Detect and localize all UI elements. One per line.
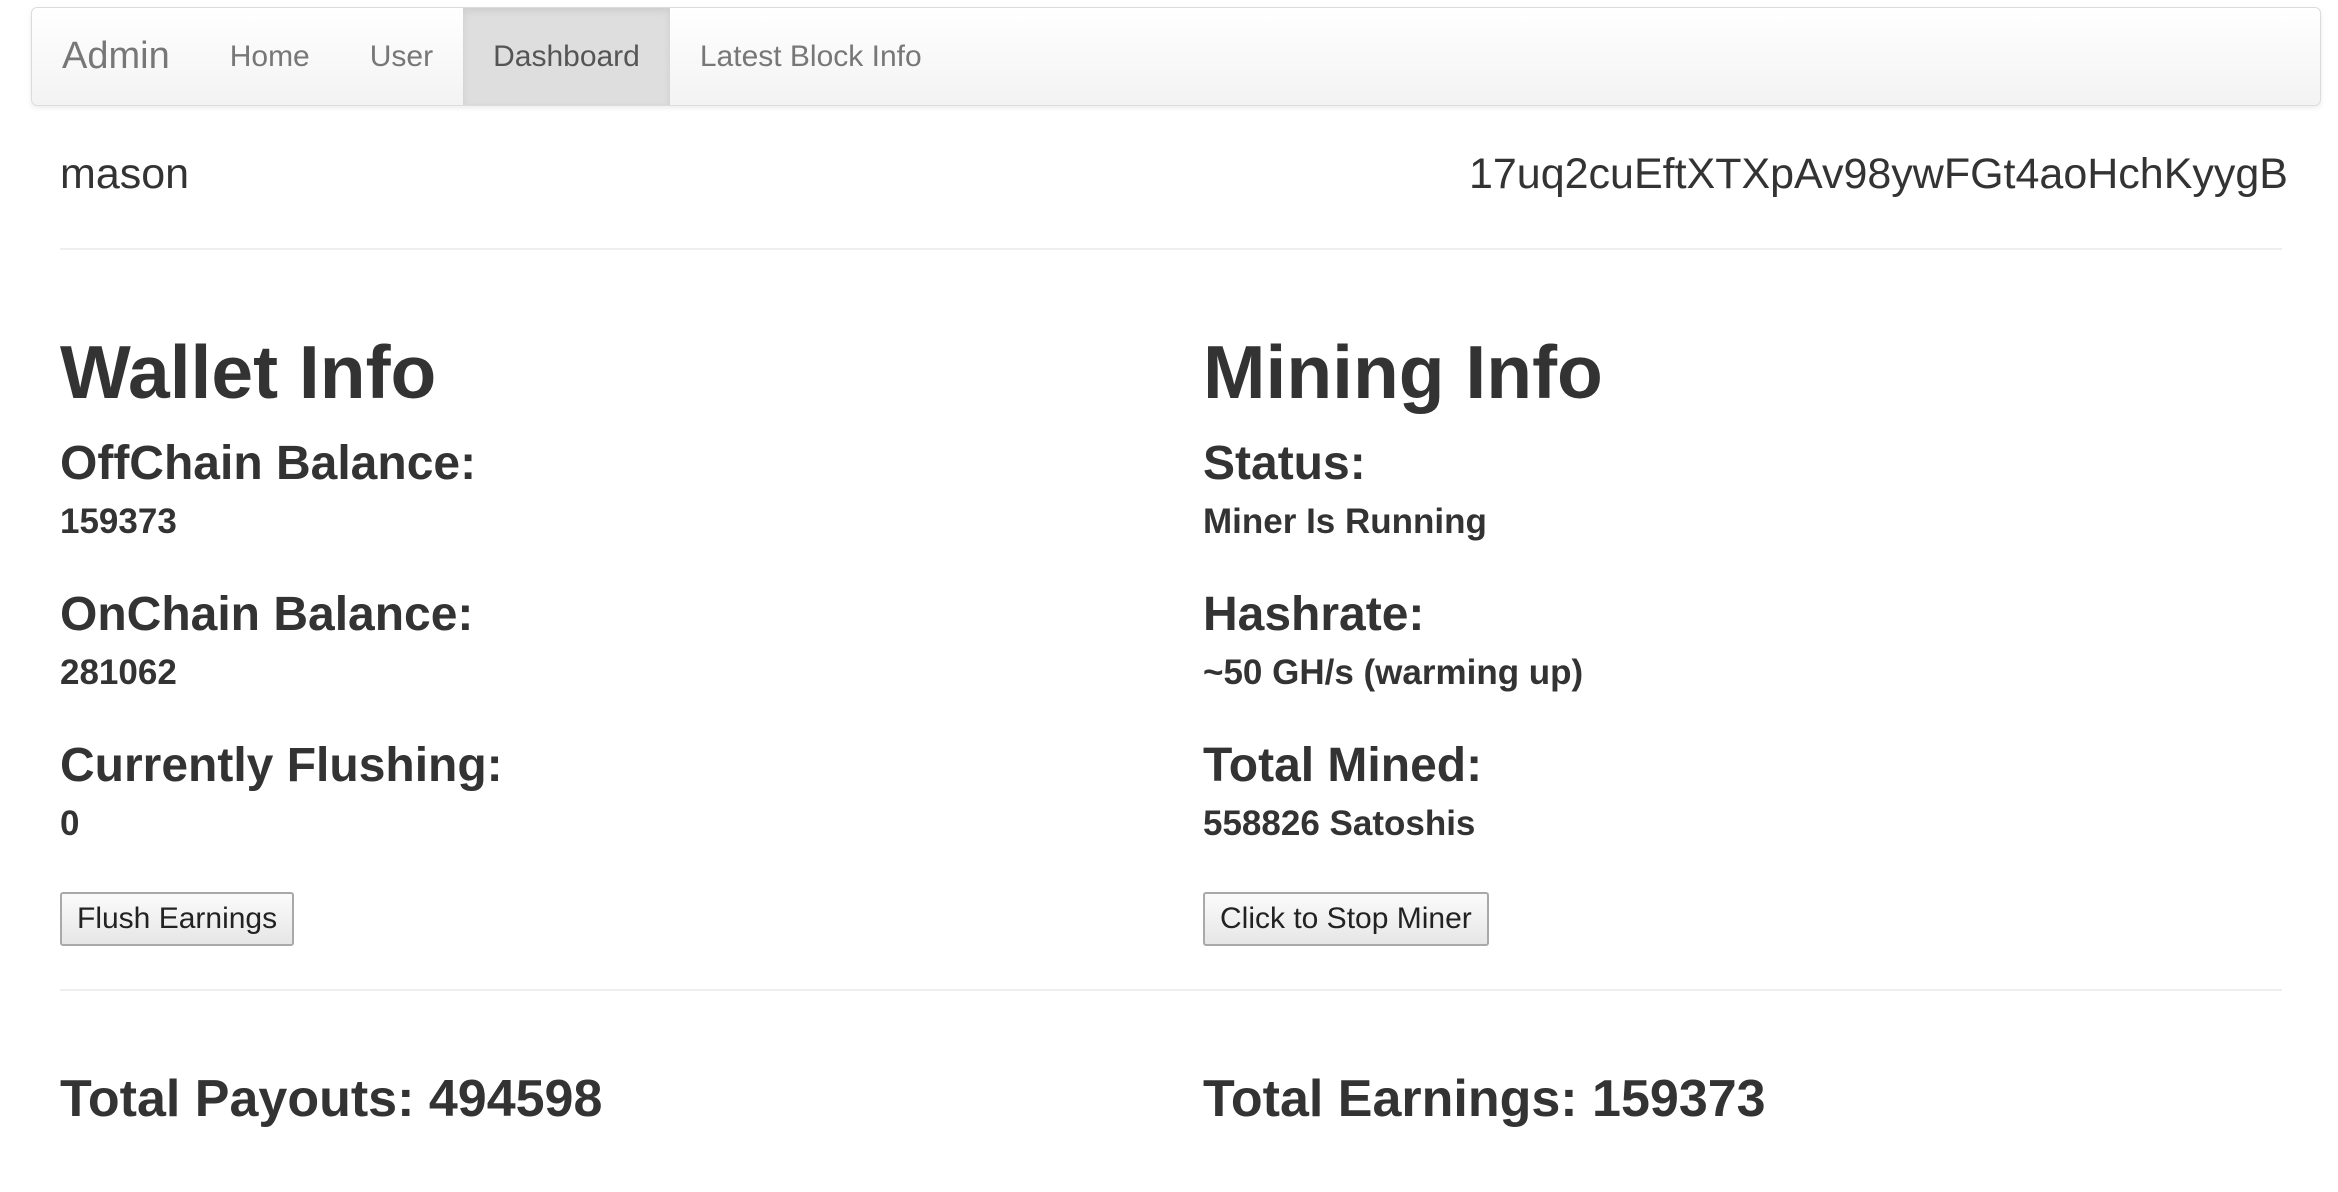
mining-info-section: Mining Info Status: Miner Is Running Has…: [1203, 320, 2303, 946]
onchain-balance-value: 281062: [60, 653, 177, 692]
navbar-brand[interactable]: Admin: [32, 8, 200, 105]
top-navbar: Admin Home User Dashboard Latest Block I…: [31, 7, 2321, 106]
user-header: mason 17uq2cuEftXTXpAv98ywFGt4aoHchKyygB: [60, 150, 2288, 199]
status-value: Miner Is Running: [1203, 502, 1487, 541]
currently-flushing-label: Currently Flushing:: [60, 739, 503, 792]
wallet-info-title: Wallet Info: [60, 330, 437, 414]
offchain-balance-label: OffChain Balance:: [60, 437, 477, 490]
currently-flushing-value: 0: [60, 804, 80, 843]
total-mined-value: 558826 Satoshis: [1203, 804, 1476, 843]
status-label: Status:: [1203, 437, 1366, 490]
wallet-info-section: Wallet Info OffChain Balance: 159373 OnC…: [60, 320, 1160, 946]
divider-top: [60, 248, 2282, 250]
nav-menu: Home User Dashboard Latest Block Info: [200, 8, 952, 105]
nav-item-dashboard[interactable]: Dashboard: [463, 8, 670, 105]
total-payouts: Total Payouts: 494598: [60, 1070, 603, 1128]
total-mined-label: Total Mined:: [1203, 739, 1483, 792]
nav-item-latest-block-info[interactable]: Latest Block Info: [670, 8, 952, 105]
offchain-balance-value: 159373: [60, 502, 177, 541]
mining-info-title: Mining Info: [1203, 330, 1603, 414]
wallet-address: 17uq2cuEftXTXpAv98ywFGt4aoHchKyygB: [1468, 150, 2288, 198]
flush-earnings-button[interactable]: Flush Earnings: [60, 892, 295, 946]
divider-bottom: [60, 989, 2282, 991]
username: mason: [60, 150, 190, 198]
stop-miner-button[interactable]: Click to Stop Miner: [1203, 892, 1489, 946]
nav-item-home[interactable]: Home: [200, 8, 340, 105]
onchain-balance-label: OnChain Balance:: [60, 588, 474, 641]
hashrate-value: ~50 GH/s (warming up): [1203, 653, 1584, 692]
nav-item-user[interactable]: User: [340, 8, 463, 105]
total-earnings: Total Earnings: 159373: [1203, 1070, 1766, 1128]
hashrate-label: Hashrate:: [1203, 588, 1425, 641]
